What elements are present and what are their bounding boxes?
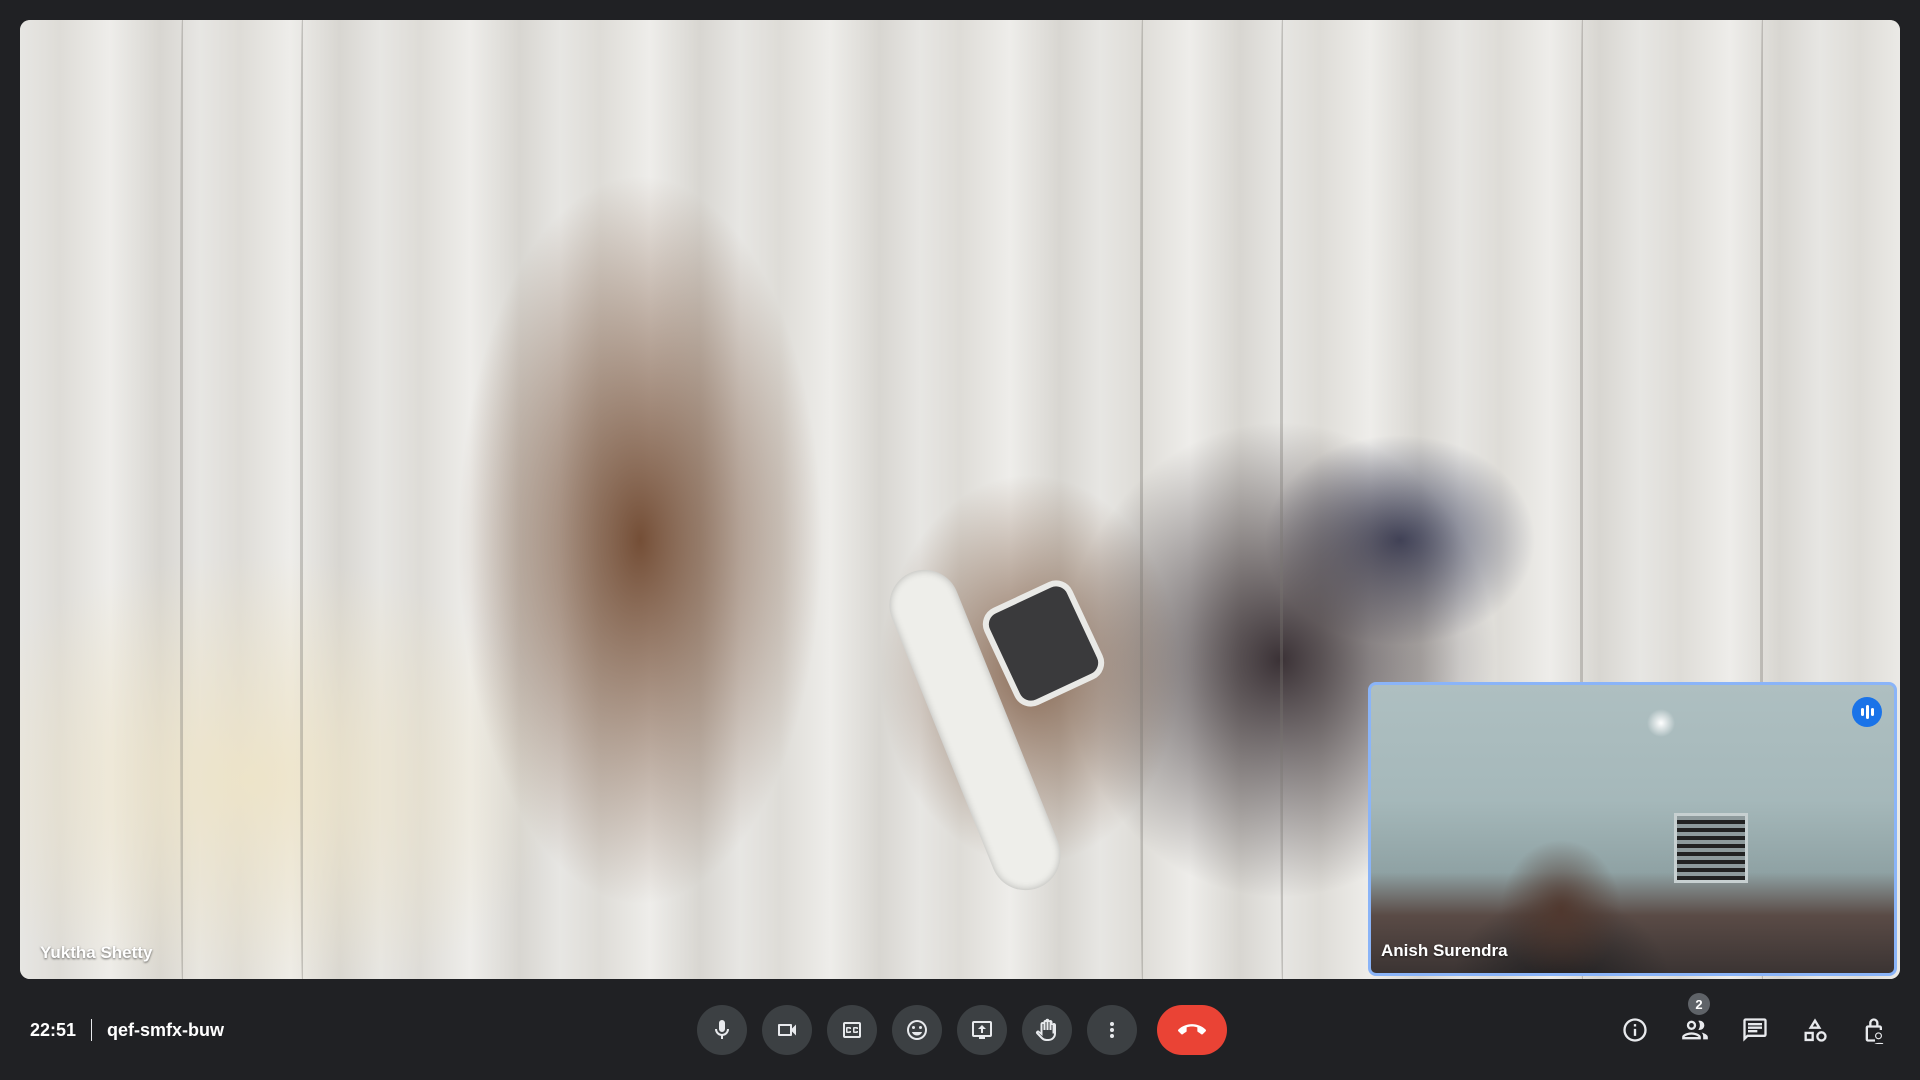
videocam-icon <box>778 1024 796 1036</box>
reactions-button[interactable] <box>892 1005 942 1055</box>
side-panel-controls: 2 <box>1620 993 1890 1055</box>
curtain-pattern <box>1140 20 1145 979</box>
host-controls-icon <box>1865 1018 1884 1044</box>
hand-icon <box>1036 1018 1056 1042</box>
meeting-details-button[interactable] <box>1620 1015 1650 1045</box>
camera-button[interactable] <box>762 1005 812 1055</box>
curtain-pattern <box>300 20 305 979</box>
window-background <box>1674 813 1748 883</box>
speaking-indicator-icon <box>1852 697 1882 727</box>
raise-hand-button[interactable] <box>1022 1005 1072 1055</box>
people-count-badge: 2 <box>1688 993 1710 1015</box>
captions-button[interactable] <box>827 1005 877 1055</box>
activities-icon <box>1804 1018 1827 1042</box>
mic-icon <box>715 1020 729 1039</box>
meeting-code[interactable]: qef-smfx-buw <box>107 1020 224 1041</box>
self-view-video <box>1371 685 1894 973</box>
people-icon <box>1682 1020 1708 1040</box>
bottom-toolbar: 22:51 qef-smfx-buw 2 <box>0 980 1920 1080</box>
chat-button[interactable] <box>1740 1015 1770 1045</box>
main-participant-name: Yuktha Shetty <box>40 943 153 962</box>
closed-caption-icon <box>843 1022 861 1038</box>
meeting-info: 22:51 qef-smfx-buw <box>30 980 224 1080</box>
present-button[interactable] <box>957 1005 1007 1055</box>
divider <box>91 1019 93 1041</box>
activities-button[interactable] <box>1800 1015 1830 1045</box>
present-screen-icon <box>972 1021 992 1039</box>
people-button[interactable]: 2 <box>1680 993 1710 1045</box>
call-end-icon <box>1178 1024 1206 1035</box>
end-call-button[interactable] <box>1157 1005 1227 1055</box>
curtain-pattern <box>1280 20 1285 979</box>
emoji-icon <box>907 1020 927 1040</box>
self-view-tile[interactable]: Anish Surendra <box>1368 682 1897 976</box>
info-icon <box>1623 1018 1647 1042</box>
microphone-button[interactable] <box>697 1005 747 1055</box>
more-vert-icon <box>1110 1022 1114 1038</box>
curtain-pattern <box>180 20 185 979</box>
chat-icon <box>1743 1018 1767 1042</box>
more-options-button[interactable] <box>1087 1005 1137 1055</box>
meeting-time: 22:51 <box>30 1019 77 1040</box>
main-video-stage: Yuktha Shetty Anish Surendra <box>20 20 1900 979</box>
call-controls <box>697 1005 1227 1055</box>
self-view-name: Anish Surendra <box>1381 941 1508 960</box>
host-controls-button[interactable] <box>1860 1015 1890 1045</box>
